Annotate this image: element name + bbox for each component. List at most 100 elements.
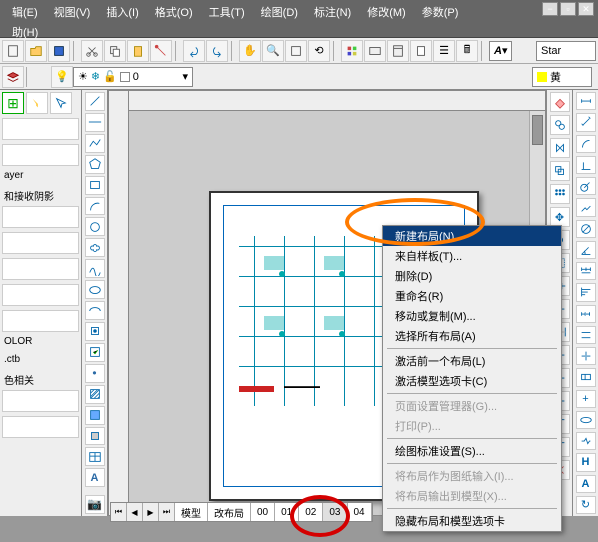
dim-baseline-button[interactable]: [576, 283, 596, 301]
dim-edit-button[interactable]: H: [576, 453, 596, 471]
tab-03[interactable]: 03: [323, 503, 347, 521]
prop-row[interactable]: [2, 232, 79, 254]
ctx-move-copy[interactable]: 移动或复制(M)...: [383, 306, 561, 326]
prop-row[interactable]: [2, 118, 79, 140]
minimize-button[interactable]: −: [542, 2, 558, 16]
prop-row[interactable]: [2, 258, 79, 280]
undo-button[interactable]: [183, 40, 205, 62]
prop-row[interactable]: [2, 144, 79, 166]
copy-obj-button[interactable]: [550, 115, 570, 135]
dim-break-button[interactable]: [576, 347, 596, 365]
xline-button[interactable]: [85, 113, 105, 132]
prop-row[interactable]: [2, 390, 79, 412]
ctx-layout-to-model[interactable]: 将布局输出到模型(X)...: [383, 486, 561, 506]
revcloud-button[interactable]: [85, 238, 105, 257]
tab-nav-next[interactable]: ▶: [143, 503, 159, 521]
rectangle-button[interactable]: [85, 176, 105, 195]
offset-button[interactable]: [550, 161, 570, 181]
close-button[interactable]: ✕: [578, 2, 594, 16]
polygon-button[interactable]: [85, 155, 105, 174]
menu-edit[interactable]: 辑(E): [4, 2, 46, 22]
prop-row[interactable]: [2, 416, 79, 438]
dim-space-button[interactable]: [576, 326, 596, 344]
dim-aligned-button[interactable]: [576, 113, 596, 131]
cut-button[interactable]: [81, 40, 103, 62]
tool-palette-button[interactable]: [387, 40, 409, 62]
tolerance-button[interactable]: [576, 368, 596, 386]
ctx-page-setup[interactable]: 页面设置管理器(G)...: [383, 396, 561, 416]
ctx-hide-tabs[interactable]: 隐藏布局和模型选项卡: [383, 511, 561, 531]
ctx-activate-model[interactable]: 激活模型选项卡(C): [383, 371, 561, 391]
prop-row[interactable]: [2, 310, 79, 332]
tab-layout-1[interactable]: 改布局: [208, 503, 251, 521]
zoom-prev-button[interactable]: ⟲: [308, 40, 330, 62]
point-button[interactable]: •: [85, 364, 105, 383]
markup-button[interactable]: ☰: [433, 40, 455, 62]
save-button[interactable]: [48, 40, 70, 62]
mtext-button[interactable]: A: [85, 468, 105, 487]
circle-button[interactable]: [85, 217, 105, 236]
style-toggle[interactable]: A▾: [489, 41, 512, 61]
tab-04[interactable]: 04: [348, 503, 372, 521]
dim-jogged-button[interactable]: [576, 198, 596, 216]
dim-diameter-button[interactable]: [576, 220, 596, 238]
redo-button[interactable]: [206, 40, 228, 62]
arc-button[interactable]: [85, 197, 105, 216]
tab-02[interactable]: 02: [299, 503, 323, 521]
quick-dim-button[interactable]: [576, 262, 596, 280]
menu-draw[interactable]: 绘图(D): [253, 2, 306, 22]
dim-arc-button[interactable]: [576, 135, 596, 153]
ctx-draft-setup[interactable]: 绘图标准设置(S)...: [383, 441, 561, 461]
pan-button[interactable]: ✋: [239, 40, 261, 62]
zoom-window-button[interactable]: [285, 40, 307, 62]
pline-button[interactable]: [85, 134, 105, 153]
move-button[interactable]: ✥: [550, 207, 570, 227]
ctx-delete[interactable]: 删除(D): [383, 266, 561, 286]
open-button[interactable]: [25, 40, 47, 62]
dim-linear-button[interactable]: [576, 92, 596, 110]
ctx-rename[interactable]: 重命名(R): [383, 286, 561, 306]
make-block-button[interactable]: [85, 343, 105, 362]
standard-combo[interactable]: [536, 41, 596, 61]
jogged-linear-button[interactable]: [576, 432, 596, 450]
array-button[interactable]: [550, 184, 570, 204]
menu-params[interactable]: 参数(P): [414, 2, 467, 22]
layer-props-button[interactable]: [2, 66, 24, 88]
spline-button[interactable]: [85, 259, 105, 278]
tab-nav-first[interactable]: ⏮: [111, 503, 127, 521]
layer-state-button[interactable]: 💡: [51, 66, 73, 88]
color-dropdown[interactable]: 黄: [532, 67, 592, 87]
erase-button[interactable]: [550, 92, 570, 112]
dim-ordinate-button[interactable]: [576, 156, 596, 174]
prop-row[interactable]: [2, 206, 79, 228]
prop-row[interactable]: [2, 284, 79, 306]
menu-format[interactable]: 格式(O): [147, 2, 201, 22]
tab-model[interactable]: 模型: [175, 503, 208, 521]
ctx-select-all[interactable]: 选择所有布局(A): [383, 326, 561, 346]
inspect-button[interactable]: [576, 411, 596, 429]
hatch-button[interactable]: [85, 385, 105, 404]
ctx-new-layout[interactable]: 新建布局(N): [383, 226, 561, 246]
calc-button[interactable]: 🖩: [456, 40, 478, 62]
ctx-print[interactable]: 打印(P)...: [383, 416, 561, 436]
tab-nav-prev[interactable]: ◀: [127, 503, 143, 521]
menu-modify[interactable]: 修改(M): [359, 2, 414, 22]
ctx-layout-as-image[interactable]: 将布局作为图纸输入(I)...: [383, 466, 561, 486]
line-button[interactable]: [85, 92, 105, 111]
ctx-from-template[interactable]: 来自样板(T)...: [383, 246, 561, 266]
select-object-button[interactable]: [50, 92, 72, 114]
dim-angular-button[interactable]: [576, 241, 596, 259]
ellipse-arc-button[interactable]: [85, 301, 105, 320]
gradient-button[interactable]: [85, 406, 105, 425]
mirror-button[interactable]: [550, 138, 570, 158]
scrollbar-thumb[interactable]: [532, 115, 543, 145]
dim-radius-button[interactable]: [576, 177, 596, 195]
properties-button[interactable]: [341, 40, 363, 62]
new-button[interactable]: [2, 40, 24, 62]
tab-01[interactable]: 01: [275, 503, 299, 521]
dim-continue-button[interactable]: [576, 305, 596, 323]
menu-insert[interactable]: 插入(I): [98, 2, 146, 22]
camera-button[interactable]: 📷: [85, 495, 105, 514]
sheet-set-button[interactable]: [410, 40, 432, 62]
restore-button[interactable]: ▫: [560, 2, 576, 16]
